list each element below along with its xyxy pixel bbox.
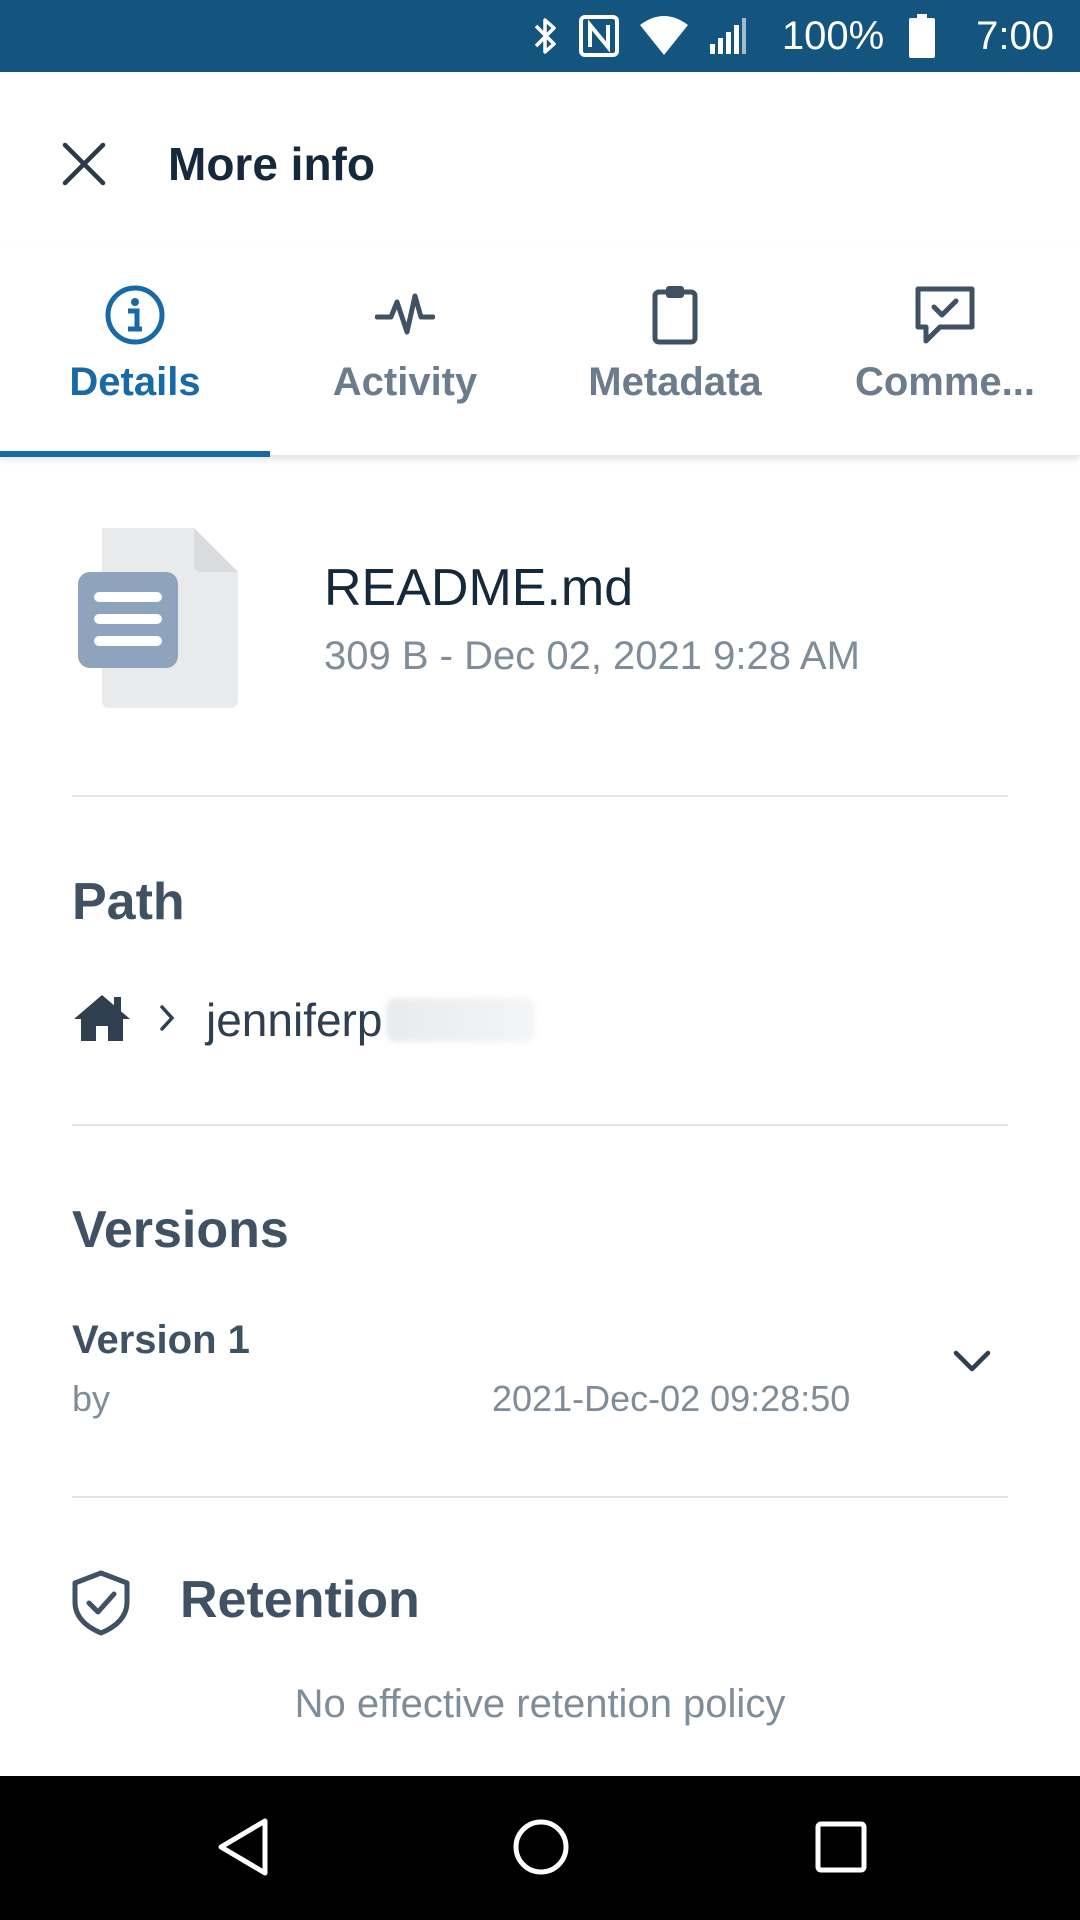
path-segment[interactable]: jenniferp <box>206 993 382 1047</box>
tab-activity[interactable]: Activity <box>270 242 540 456</box>
back-button[interactable] <box>208 1812 278 1882</box>
home-circle-icon <box>513 1819 569 1875</box>
signal-icon <box>708 16 748 56</box>
file-name: README.md <box>324 559 634 617</box>
chevron-down-icon <box>953 1350 991 1372</box>
clipboard-icon <box>651 282 699 348</box>
tab-comments[interactable]: Comme... <box>810 242 1080 456</box>
status-bar: 100% 7:00 <box>0 0 1080 72</box>
activity-icon <box>375 282 435 348</box>
document-icon <box>78 528 238 708</box>
tab-label: Metadata <box>588 360 762 404</box>
tab-metadata[interactable]: Metadata <box>540 242 810 456</box>
close-icon <box>62 142 106 186</box>
app-bar: More info <box>0 72 1080 242</box>
back-icon <box>218 1818 268 1876</box>
shield-check-icon <box>70 1570 132 1636</box>
close-button[interactable] <box>50 130 118 198</box>
tab-bar: Details Activity Metadata Comme... <box>0 242 1080 457</box>
recents-button[interactable] <box>806 1812 876 1882</box>
tab-label: Comme... <box>854 360 1036 404</box>
home-nav-button[interactable] <box>506 1812 576 1882</box>
battery-percentage: 100% <box>781 13 885 58</box>
redacted-text <box>386 998 537 1042</box>
tab-label: Activity <box>332 360 478 404</box>
bluetooth-icon <box>532 14 560 58</box>
comment-icon <box>914 282 976 348</box>
divider <box>72 1124 1008 1126</box>
home-icon[interactable] <box>72 993 132 1048</box>
system-nav-bar <box>0 1776 1080 1920</box>
divider <box>72 795 1008 797</box>
divider <box>72 1496 1008 1498</box>
tab-details[interactable]: Details <box>0 242 270 457</box>
tab-label: Details <box>69 360 201 404</box>
retention-section-title: Retention <box>180 1571 420 1629</box>
clock: 7:00 <box>976 13 1054 58</box>
breadcrumb: jenniferp <box>72 990 537 1050</box>
version-label: Version 1 <box>72 1318 250 1362</box>
file-meta: 309 B - Dec 02, 2021 9:28 AM <box>324 634 860 678</box>
battery-icon <box>908 13 936 59</box>
info-icon <box>104 282 166 348</box>
retention-note: No effective retention policy <box>294 1682 786 1726</box>
versions-section-title: Versions <box>72 1201 289 1259</box>
path-section-title: Path <box>72 873 185 931</box>
version-author: by <box>72 1378 111 1419</box>
version-date: 2021-Dec-02 09:28:50 <box>492 1378 851 1419</box>
page-title: More info <box>168 138 375 190</box>
version-expand-button[interactable] <box>948 1338 996 1386</box>
wifi-icon <box>638 15 690 57</box>
file-header: README.md 309 B - Dec 02, 2021 9:28 AM <box>0 456 1080 796</box>
chevron-right-icon <box>158 1003 176 1038</box>
nfc-icon <box>578 14 620 58</box>
recents-icon <box>815 1821 867 1873</box>
